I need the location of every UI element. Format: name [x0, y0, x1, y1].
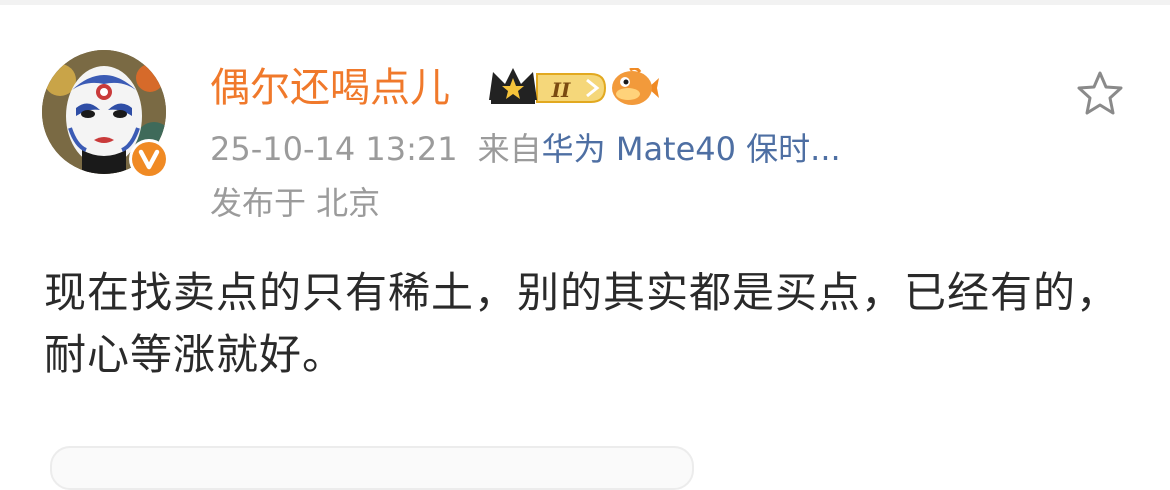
source-device-link[interactable]: 华为 Mate40 保时...	[542, 130, 841, 168]
post-location: 发布于 北京	[210, 184, 381, 222]
crown-icon[interactable]: II	[487, 66, 609, 110]
fish-icon[interactable]	[610, 66, 660, 108]
repost-card[interactable]	[50, 446, 694, 490]
star-icon[interactable]	[1074, 68, 1126, 120]
level-badge-text: II	[551, 78, 571, 102]
username[interactable]: 偶尔还喝点儿	[210, 62, 450, 114]
post-timestamp: 25-10-14 13:21	[210, 130, 458, 168]
top-divider	[0, 0, 1170, 5]
verified-v-icon	[128, 138, 170, 180]
source-prefix: 来自	[477, 130, 542, 168]
post-content: 现在找卖点的只有稀土，别的其实都是买点，已经有的，耐心等涨就好。	[44, 268, 1120, 379]
post-meta: 25-10-14 13:21 来自华为 Mate40 保时...	[210, 128, 841, 170]
